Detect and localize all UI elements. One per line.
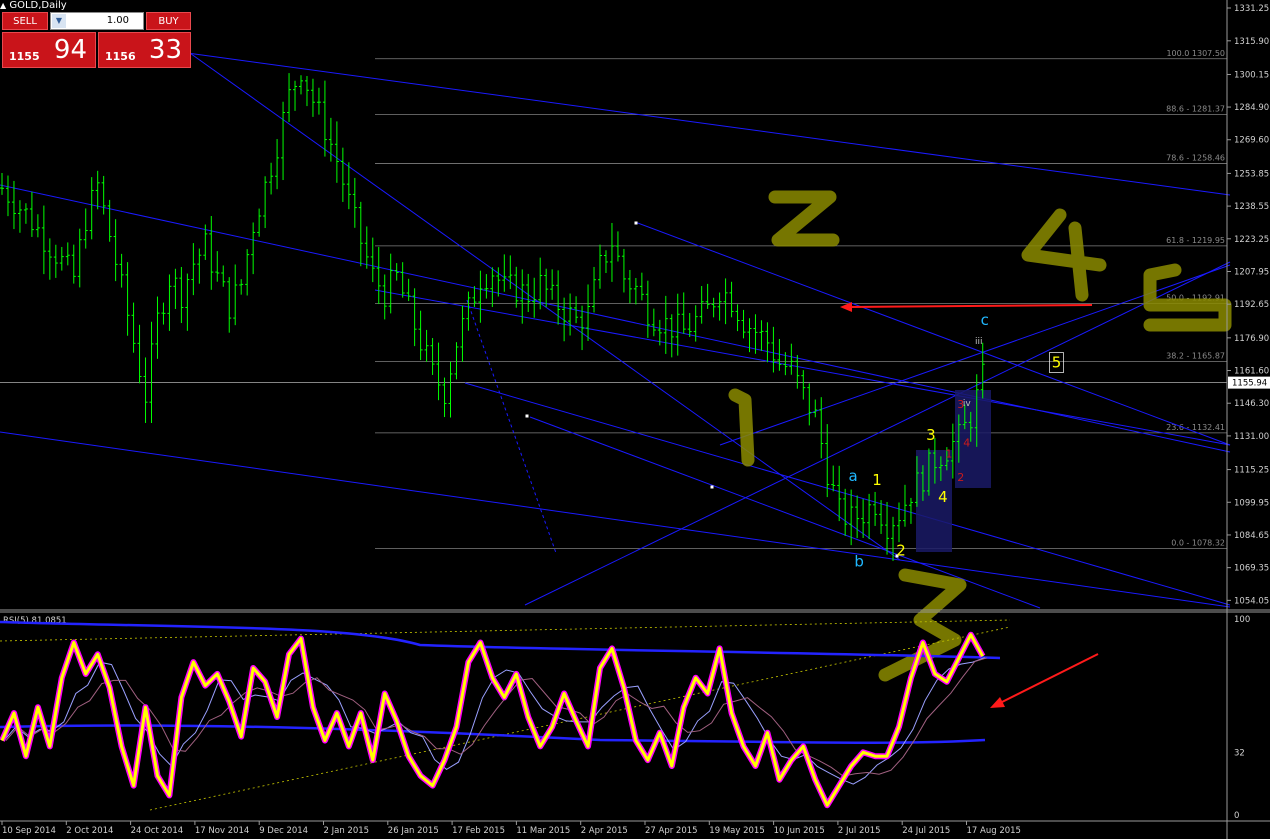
x-tick-label: 10 Jun 2015 [774,826,825,836]
y-tick-label: 1131.00 [1234,432,1269,442]
trendlines [0,45,1231,609]
y-tick-label: 1269.60 [1234,136,1269,146]
x-tick-label: 17 Nov 2014 [195,826,249,836]
wave-label: 3 [926,426,936,444]
annotation-number-3 [878,568,967,682]
annotation-number-2 [768,190,840,247]
rsi-band-upper [0,620,1001,660]
wave-label: 1 [945,447,952,460]
y-tick-label: 1207.95 [1234,267,1269,277]
rsi-tick-label: 100 [1234,615,1250,625]
y-tick-label: 1238.55 [1234,202,1269,212]
fib-levels: 100.0 1307.50 88.6 - 1281.37 78.6 - 1258.4… [0,49,1227,549]
x-tick-label: 10 Sep 2014 [2,826,56,836]
rsi-tick-label: 32 [1234,748,1245,758]
y-tick-label: 1300.15 [1234,70,1269,80]
candles [0,73,985,561]
current-price-label: 1155.94 [1232,379,1267,389]
dashed-trendline [466,299,557,554]
x-tick-label: 2 Oct 2014 [66,826,113,836]
collapse-icon[interactable]: ▲ [0,1,6,10]
y-tick-label: 1223.25 [1234,235,1269,245]
trendline [374,289,1231,446]
y-tick-label: 1284.90 [1234,103,1269,113]
y-tick-label: 1084.65 [1234,531,1269,541]
buy-price-prefix: 1156 [105,50,136,63]
window-title-bar: ▲ GOLD,Daily [0,0,67,11]
wave-label: iii [975,337,983,347]
anchor-point [634,221,638,225]
x-tick-label: 27 Apr 2015 [645,826,698,836]
rsi-dotted-trend [0,619,1011,642]
wave-label: 4 [938,488,948,506]
lot-dropdown-icon[interactable]: ▼ [52,14,66,28]
fib-label: 78.6 - 1258.46 [1166,154,1225,163]
annotation-number-1 [728,388,755,467]
x-tick-label: 19 May 2015 [709,826,764,836]
buy-button[interactable]: BUY [146,12,191,30]
y-tick-label: 1192.65 [1234,300,1269,310]
x-tick-label: 11 Mar 2015 [516,826,570,836]
arrow-head-icon [990,697,1005,708]
wave-label: 1 [872,471,882,489]
x-tick-label: 17 Aug 2015 [967,826,1021,836]
trendline [0,431,1231,608]
wave-label: 5 [1052,354,1062,372]
x-tick-label: 9 Dec 2014 [259,826,308,836]
fib-label: 100.0 1307.50 [1166,49,1225,58]
fib-label: 61.8 - 1219.95 [1166,236,1225,245]
lot-size-value: 1.00 [106,15,129,26]
x-tick-label: 2 Jul 2015 [838,826,881,836]
rsi-panel: RSI(5) 81.0851 100320 [0,615,1250,821]
chart-title: GOLD,Daily [9,0,67,11]
y-tick-label: 1146.30 [1234,399,1269,409]
arrow-shaft [999,653,1099,704]
wave-label: 2 [896,542,906,560]
y-tick-label: 1069.35 [1234,564,1269,574]
y-tick-label: 1176.90 [1234,334,1269,344]
trendline [179,51,1231,196]
sell-price-prefix: 1155 [9,50,40,63]
y-tick-label: 1115.25 [1234,466,1269,476]
x-tick-label: 2 Jan 2015 [324,826,370,836]
fib-label: 88.6 - 1281.37 [1166,105,1225,114]
wave-label: b [854,552,864,570]
y-tick-label: 1161.60 [1234,367,1269,377]
sell-price-pips: 94 [53,35,87,65]
wave-label: 2 [957,471,964,484]
anchor-point [525,414,529,418]
rsi-tick-label: 0 [1234,811,1239,821]
x-tick-label: 17 Feb 2015 [452,826,505,836]
trendline [524,261,1231,606]
lot-size-input[interactable]: ▼ 1.00 [50,12,144,30]
arrow-shaft [849,304,1093,308]
one-click-trading-panel: SELL ▼ 1.00 BUY 1155 94 1156 33 [2,12,191,68]
trendline [634,221,1231,446]
x-tick-label: 24 Jul 2015 [902,826,950,836]
anchor-point [710,485,714,489]
wave-label: 3 [957,398,964,411]
sell-price-button[interactable]: 1155 94 [2,32,96,68]
price-chart[interactable]: 100.0 1307.50 88.6 - 1281.37 78.6 - 1258.4… [0,0,1270,839]
rsi-main-line [0,633,985,807]
x-tick-label: 24 Oct 2014 [131,826,184,836]
annotation-number-4 [1021,208,1107,302]
buy-price-pips: 33 [148,35,182,65]
x-tick-label: 2 Apr 2015 [581,826,628,836]
y-tick-label: 1331.25 [1234,4,1269,14]
x-tick-label: 26 Jan 2015 [388,826,439,836]
wave-label: c [981,311,989,329]
wave-label: 4 [963,437,970,450]
fib-label: 0.0 - 1078.32 [1171,538,1225,547]
y-tick-label: 1253.85 [1234,169,1269,179]
sell-button[interactable]: SELL [2,12,48,30]
fib-label: 38.2 - 1165.87 [1166,351,1225,360]
wave-label: a [849,467,858,485]
y-tick-label: 1054.05 [1234,596,1269,606]
trendline [464,382,1231,606]
y-tick-label: 1315.90 [1234,37,1269,47]
buy-price-button[interactable]: 1156 33 [98,32,191,68]
y-tick-label: 1099.95 [1234,498,1269,508]
